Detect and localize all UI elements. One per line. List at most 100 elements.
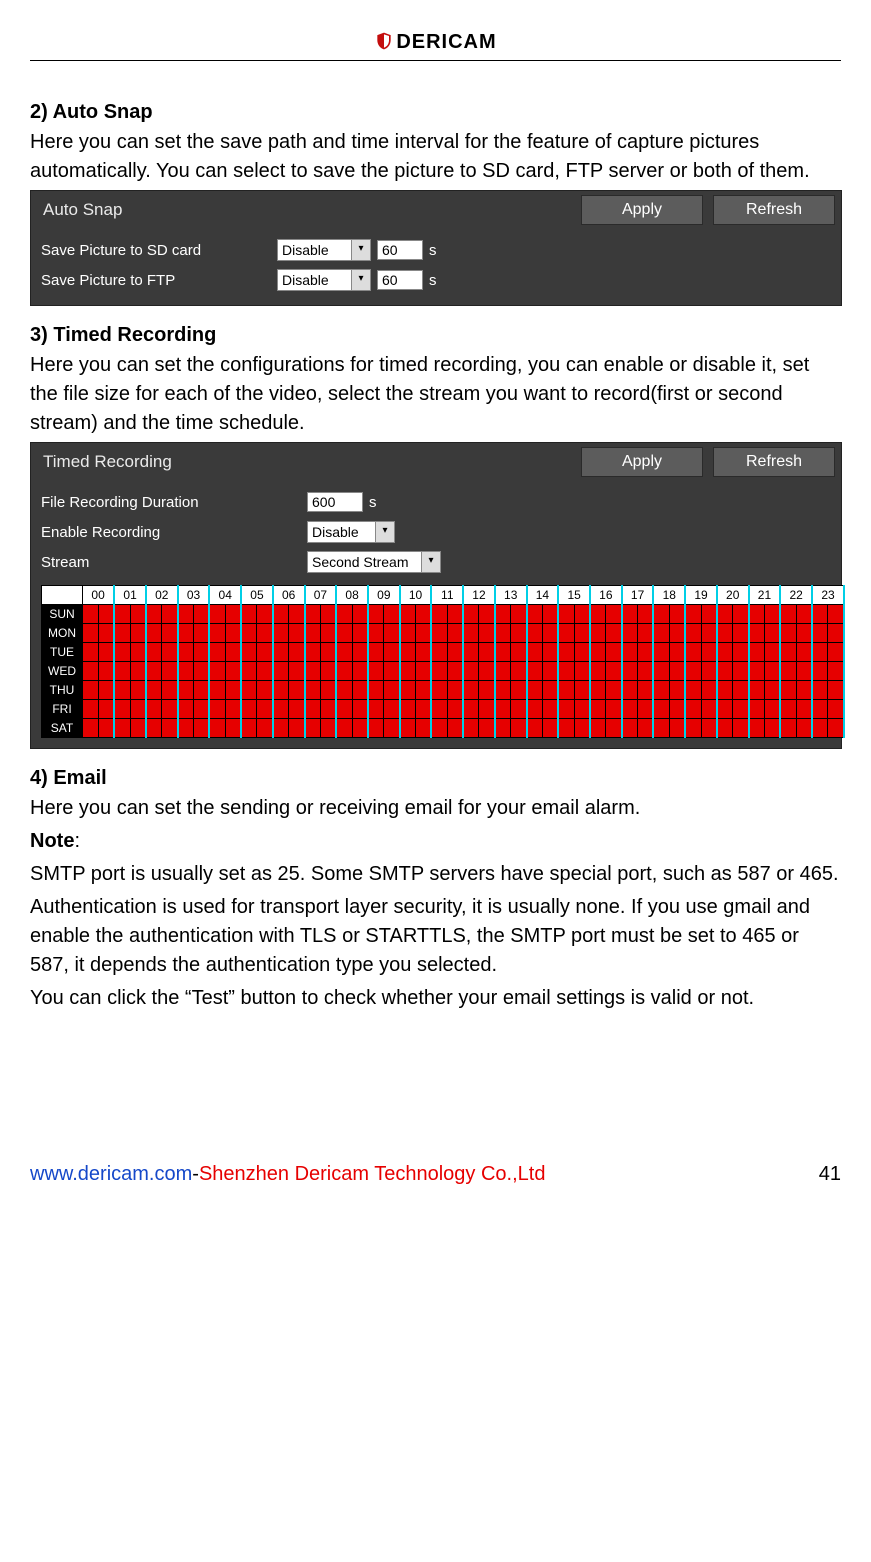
schedule-cell[interactable]: [590, 605, 606, 624]
schedule-cell[interactable]: [479, 605, 495, 624]
schedule-cell[interactable]: [146, 605, 162, 624]
schedule-cell[interactable]: [511, 605, 527, 624]
schedule-cell[interactable]: [384, 643, 400, 662]
schedule-cell[interactable]: [653, 700, 669, 719]
schedule-cell[interactable]: [527, 662, 543, 681]
schedule-cell[interactable]: [289, 681, 305, 700]
timed-stream-select[interactable]: Second Stream ▾: [307, 551, 441, 573]
schedule-cell[interactable]: [495, 624, 511, 643]
schedule-cell[interactable]: [368, 719, 384, 738]
schedule-cell[interactable]: [114, 624, 130, 643]
schedule-cell[interactable]: [701, 662, 717, 681]
schedule-cell[interactable]: [479, 719, 495, 738]
schedule-cell[interactable]: [479, 624, 495, 643]
schedule-cell[interactable]: [780, 605, 796, 624]
schedule-cell[interactable]: [98, 700, 114, 719]
schedule-cell[interactable]: [447, 700, 463, 719]
schedule-cell[interactable]: [479, 662, 495, 681]
schedule-cell[interactable]: [146, 624, 162, 643]
schedule-cell[interactable]: [384, 700, 400, 719]
autosnap-ftp-interval-input[interactable]: [377, 270, 423, 290]
schedule-cell[interactable]: [305, 662, 321, 681]
autosnap-ftp-select[interactable]: Disable ▾: [277, 269, 371, 291]
schedule-cell[interactable]: [194, 643, 210, 662]
schedule-cell[interactable]: [495, 643, 511, 662]
schedule-cell[interactable]: [542, 605, 558, 624]
schedule-cell[interactable]: [638, 605, 654, 624]
schedule-cell[interactable]: [305, 605, 321, 624]
schedule-cell[interactable]: [495, 719, 511, 738]
schedule-cell[interactable]: [431, 700, 447, 719]
schedule-cell[interactable]: [590, 700, 606, 719]
schedule-cell[interactable]: [717, 719, 733, 738]
schedule-cell[interactable]: [257, 662, 273, 681]
schedule-cell[interactable]: [241, 605, 257, 624]
schedule-cell[interactable]: [796, 681, 812, 700]
schedule-cell[interactable]: [368, 624, 384, 643]
schedule-cell[interactable]: [558, 681, 574, 700]
schedule-cell[interactable]: [828, 719, 844, 738]
schedule-cell[interactable]: [638, 700, 654, 719]
schedule-cell[interactable]: [812, 624, 828, 643]
schedule-cell[interactable]: [178, 719, 194, 738]
timed-enable-select[interactable]: Disable ▾: [307, 521, 395, 543]
schedule-cell[interactable]: [416, 700, 432, 719]
schedule-cell[interactable]: [289, 662, 305, 681]
schedule-cell[interactable]: [336, 700, 352, 719]
schedule-cell[interactable]: [527, 700, 543, 719]
schedule-cell[interactable]: [749, 605, 765, 624]
schedule-cell[interactable]: [225, 700, 241, 719]
schedule-cell[interactable]: [146, 700, 162, 719]
schedule-cell[interactable]: [447, 681, 463, 700]
schedule-cell[interactable]: [780, 700, 796, 719]
schedule-cell[interactable]: [685, 681, 701, 700]
schedule-cell[interactable]: [780, 624, 796, 643]
schedule-cell[interactable]: [273, 681, 289, 700]
schedule-cell[interactable]: [590, 681, 606, 700]
schedule-cell[interactable]: [416, 719, 432, 738]
schedule-cell[interactable]: [384, 624, 400, 643]
schedule-cell[interactable]: [352, 624, 368, 643]
schedule-cell[interactable]: [241, 681, 257, 700]
schedule-cell[interactable]: [606, 605, 622, 624]
schedule-cell[interactable]: [542, 681, 558, 700]
schedule-cell[interactable]: [701, 700, 717, 719]
schedule-cell[interactable]: [83, 719, 99, 738]
schedule-cell[interactable]: [590, 719, 606, 738]
autosnap-sd-interval-input[interactable]: [377, 240, 423, 260]
schedule-cell[interactable]: [653, 624, 669, 643]
schedule-cell[interactable]: [638, 643, 654, 662]
schedule-cell[interactable]: [574, 643, 590, 662]
schedule-cell[interactable]: [733, 700, 749, 719]
schedule-cell[interactable]: [225, 662, 241, 681]
schedule-cell[interactable]: [114, 662, 130, 681]
schedule-cell[interactable]: [558, 643, 574, 662]
schedule-cell[interactable]: [130, 681, 146, 700]
schedule-cell[interactable]: [495, 681, 511, 700]
schedule-cell[interactable]: [638, 681, 654, 700]
schedule-cell[interactable]: [669, 662, 685, 681]
schedule-cell[interactable]: [257, 605, 273, 624]
schedule-cell[interactable]: [511, 662, 527, 681]
schedule-cell[interactable]: [368, 643, 384, 662]
schedule-cell[interactable]: [495, 605, 511, 624]
schedule-cell[interactable]: [638, 719, 654, 738]
schedule-cell[interactable]: [574, 700, 590, 719]
schedule-cell[interactable]: [749, 719, 765, 738]
schedule-cell[interactable]: [209, 643, 225, 662]
schedule-cell[interactable]: [812, 681, 828, 700]
schedule-cell[interactable]: [463, 605, 479, 624]
schedule-cell[interactable]: [653, 681, 669, 700]
schedule-cell[interactable]: [653, 662, 669, 681]
schedule-cell[interactable]: [828, 605, 844, 624]
schedule-cell[interactable]: [511, 681, 527, 700]
schedule-cell[interactable]: [162, 681, 178, 700]
schedule-cell[interactable]: [114, 719, 130, 738]
schedule-cell[interactable]: [733, 624, 749, 643]
schedule-cell[interactable]: [574, 624, 590, 643]
schedule-cell[interactable]: [225, 681, 241, 700]
schedule-cell[interactable]: [162, 662, 178, 681]
schedule-cell[interactable]: [146, 662, 162, 681]
schedule-cell[interactable]: [431, 719, 447, 738]
schedule-cell[interactable]: [352, 643, 368, 662]
